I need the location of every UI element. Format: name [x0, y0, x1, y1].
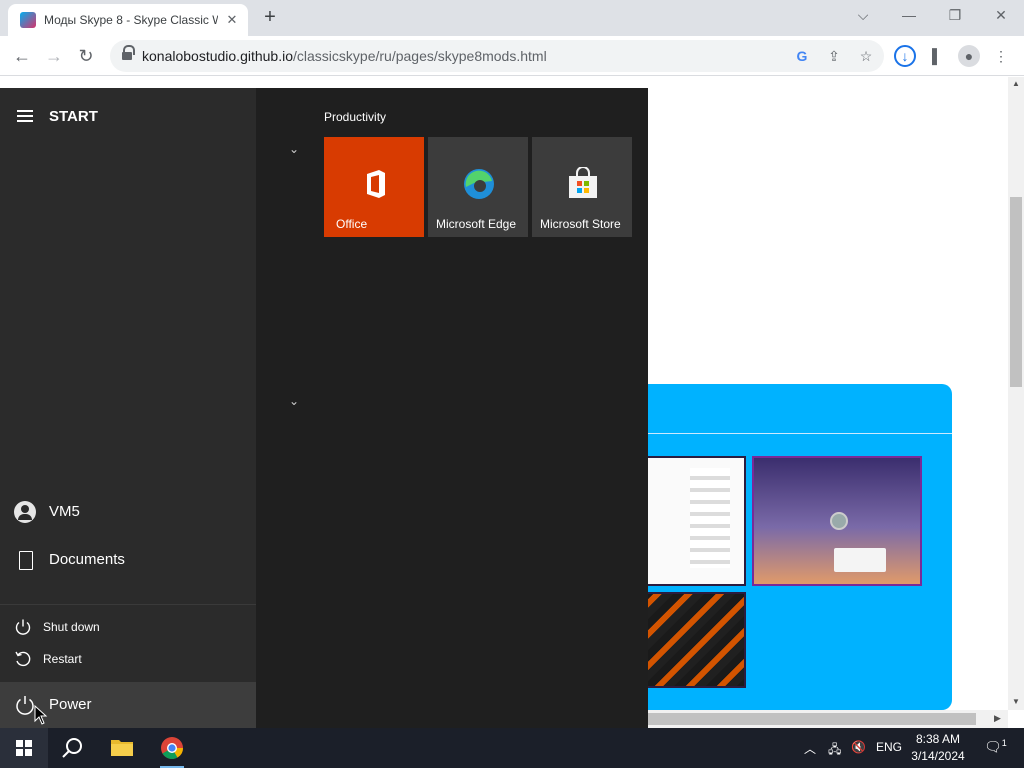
share-icon[interactable]: ⇪ [824, 46, 844, 66]
vertical-scrollbar[interactable]: ▲ ▼ [1008, 77, 1024, 710]
folder-icon [111, 740, 133, 756]
browser-tabstrip: Моды Skype 8 - Skype Classic W ✕ + ⌵ — ❐… [0, 0, 1024, 36]
store-tile[interactable]: Microsoft Store [532, 137, 632, 237]
restart-label: Restart [43, 652, 82, 666]
volume-muted-icon[interactable]: 🔇 [851, 740, 866, 754]
back-button[interactable]: ← [8, 42, 36, 70]
screenshot-theme[interactable] [640, 592, 746, 688]
download-icon[interactable]: ↓ [894, 45, 916, 67]
scroll-right-icon[interactable]: ▶ [994, 713, 1001, 724]
show-hidden-icons-chevron-icon[interactable]: ︿ [804, 740, 816, 757]
clock-date: 3/14/2024 [911, 749, 965, 763]
start-header-label[interactable]: START [49, 108, 98, 125]
clock-time: 8:38 AM [915, 732, 961, 746]
forward-button[interactable]: → [40, 42, 68, 70]
power-icon [14, 694, 36, 716]
hamburger-menu-icon[interactable] [17, 110, 33, 122]
search-icon [62, 738, 82, 758]
close-window-button[interactable]: ✕ [978, 0, 1024, 32]
language-indicator[interactable]: ENG [876, 740, 902, 754]
chrome-icon [161, 737, 183, 759]
group-collapse-chevron-icon-2[interactable]: ⌄ [286, 393, 302, 409]
lock-icon[interactable] [122, 45, 135, 61]
office-tile-label: Office [336, 217, 368, 231]
side-panel-icon[interactable]: ▌ [926, 45, 948, 67]
call-avatar [830, 512, 848, 530]
bookmark-star-icon[interactable]: ☆ [856, 46, 876, 66]
power-options-flyout: Shut down Restart [0, 604, 256, 680]
shut-down-button[interactable]: Shut down [0, 611, 256, 643]
user-label: VM5 [49, 503, 80, 520]
restart-button[interactable]: Restart [0, 643, 256, 675]
taskbar: ︿ 🖧 🔇 ENG 8:38 AM 3/14/2024 🗨1 [0, 728, 1024, 768]
edge-tile-label: Microsoft Edge [436, 217, 517, 231]
search-button[interactable] [48, 728, 96, 768]
start-menu-sidebar: START VM5 Documents Shut down Restart Po… [0, 88, 256, 728]
office-icon [358, 167, 392, 201]
address-bar[interactable]: konalobostudio.github.io/classicskype/ru… [110, 40, 884, 72]
mouse-cursor-icon [34, 705, 48, 725]
browser-toolbar: ← → ↻ konalobostudio.github.io/classicsk… [0, 36, 1024, 76]
card-divider [600, 433, 952, 434]
horizontal-scroll-thumb[interactable] [640, 713, 976, 725]
group-collapse-chevron-icon[interactable]: ⌄ [286, 141, 302, 157]
chrome-taskbar-button[interactable] [148, 728, 196, 768]
profile-avatar-icon[interactable]: ● [958, 45, 980, 67]
shut-down-label: Shut down [43, 620, 100, 634]
menu-kebab-icon[interactable]: ⋮ [990, 45, 1012, 67]
scroll-up-icon[interactable]: ▲ [1012, 79, 1020, 88]
reload-button[interactable]: ↻ [72, 42, 100, 70]
notification-count: 1 [1001, 738, 1007, 748]
tab-search-icon[interactable]: ⌵ [840, 0, 886, 32]
start-menu: START VM5 Documents Shut down Restart Po… [0, 88, 648, 728]
power-label: Power [49, 696, 92, 713]
sidebar-item-documents[interactable]: Documents [0, 538, 256, 582]
office-tile[interactable]: Office [324, 137, 424, 237]
scroll-down-icon[interactable]: ▼ [1012, 697, 1020, 706]
sidebar-item-user[interactable]: VM5 [0, 490, 256, 534]
network-icon[interactable]: 🖧 [828, 740, 841, 761]
vertical-scroll-thumb[interactable] [1010, 197, 1022, 387]
screenshot-chat[interactable] [640, 456, 746, 586]
windows-logo-icon [16, 740, 32, 756]
screenshot-call[interactable] [752, 456, 922, 586]
windows-start-button[interactable] [0, 728, 48, 768]
clock[interactable]: 8:38 AM 3/14/2024 [906, 731, 970, 765]
minimize-button[interactable]: — [886, 0, 932, 32]
screen: Моды Skype 8 - Skype Classic W ✕ + ⌵ — ❐… [0, 0, 1024, 768]
skype-favicon-icon [20, 12, 36, 28]
tab-title: Моды Skype 8 - Skype Classic W [44, 13, 218, 27]
browser-tab[interactable]: Моды Skype 8 - Skype Classic W ✕ [8, 4, 248, 36]
edge-icon [462, 167, 496, 201]
document-icon [14, 549, 36, 571]
store-tile-label: Microsoft Store [540, 217, 621, 231]
notification-center-icon[interactable]: 🗨1 [984, 738, 1007, 756]
screenshots-card [600, 384, 952, 710]
restart-icon [14, 650, 32, 668]
new-tab-button[interactable]: + [258, 6, 282, 30]
call-popup [834, 548, 886, 572]
close-tab-icon[interactable]: ✕ [224, 12, 240, 28]
file-explorer-button[interactable] [98, 728, 146, 768]
google-lens-icon[interactable]: G [792, 46, 812, 66]
tile-group-title[interactable]: Productivity [324, 110, 386, 124]
edge-tile[interactable]: Microsoft Edge [428, 137, 528, 237]
url-text: konalobostudio.github.io/classicskype/ru… [142, 48, 547, 64]
store-bag-icon [566, 166, 600, 201]
restore-button[interactable]: ❐ [932, 0, 978, 32]
documents-label: Documents [49, 551, 125, 568]
shut-down-icon [14, 618, 32, 636]
user-account-icon [14, 501, 36, 523]
